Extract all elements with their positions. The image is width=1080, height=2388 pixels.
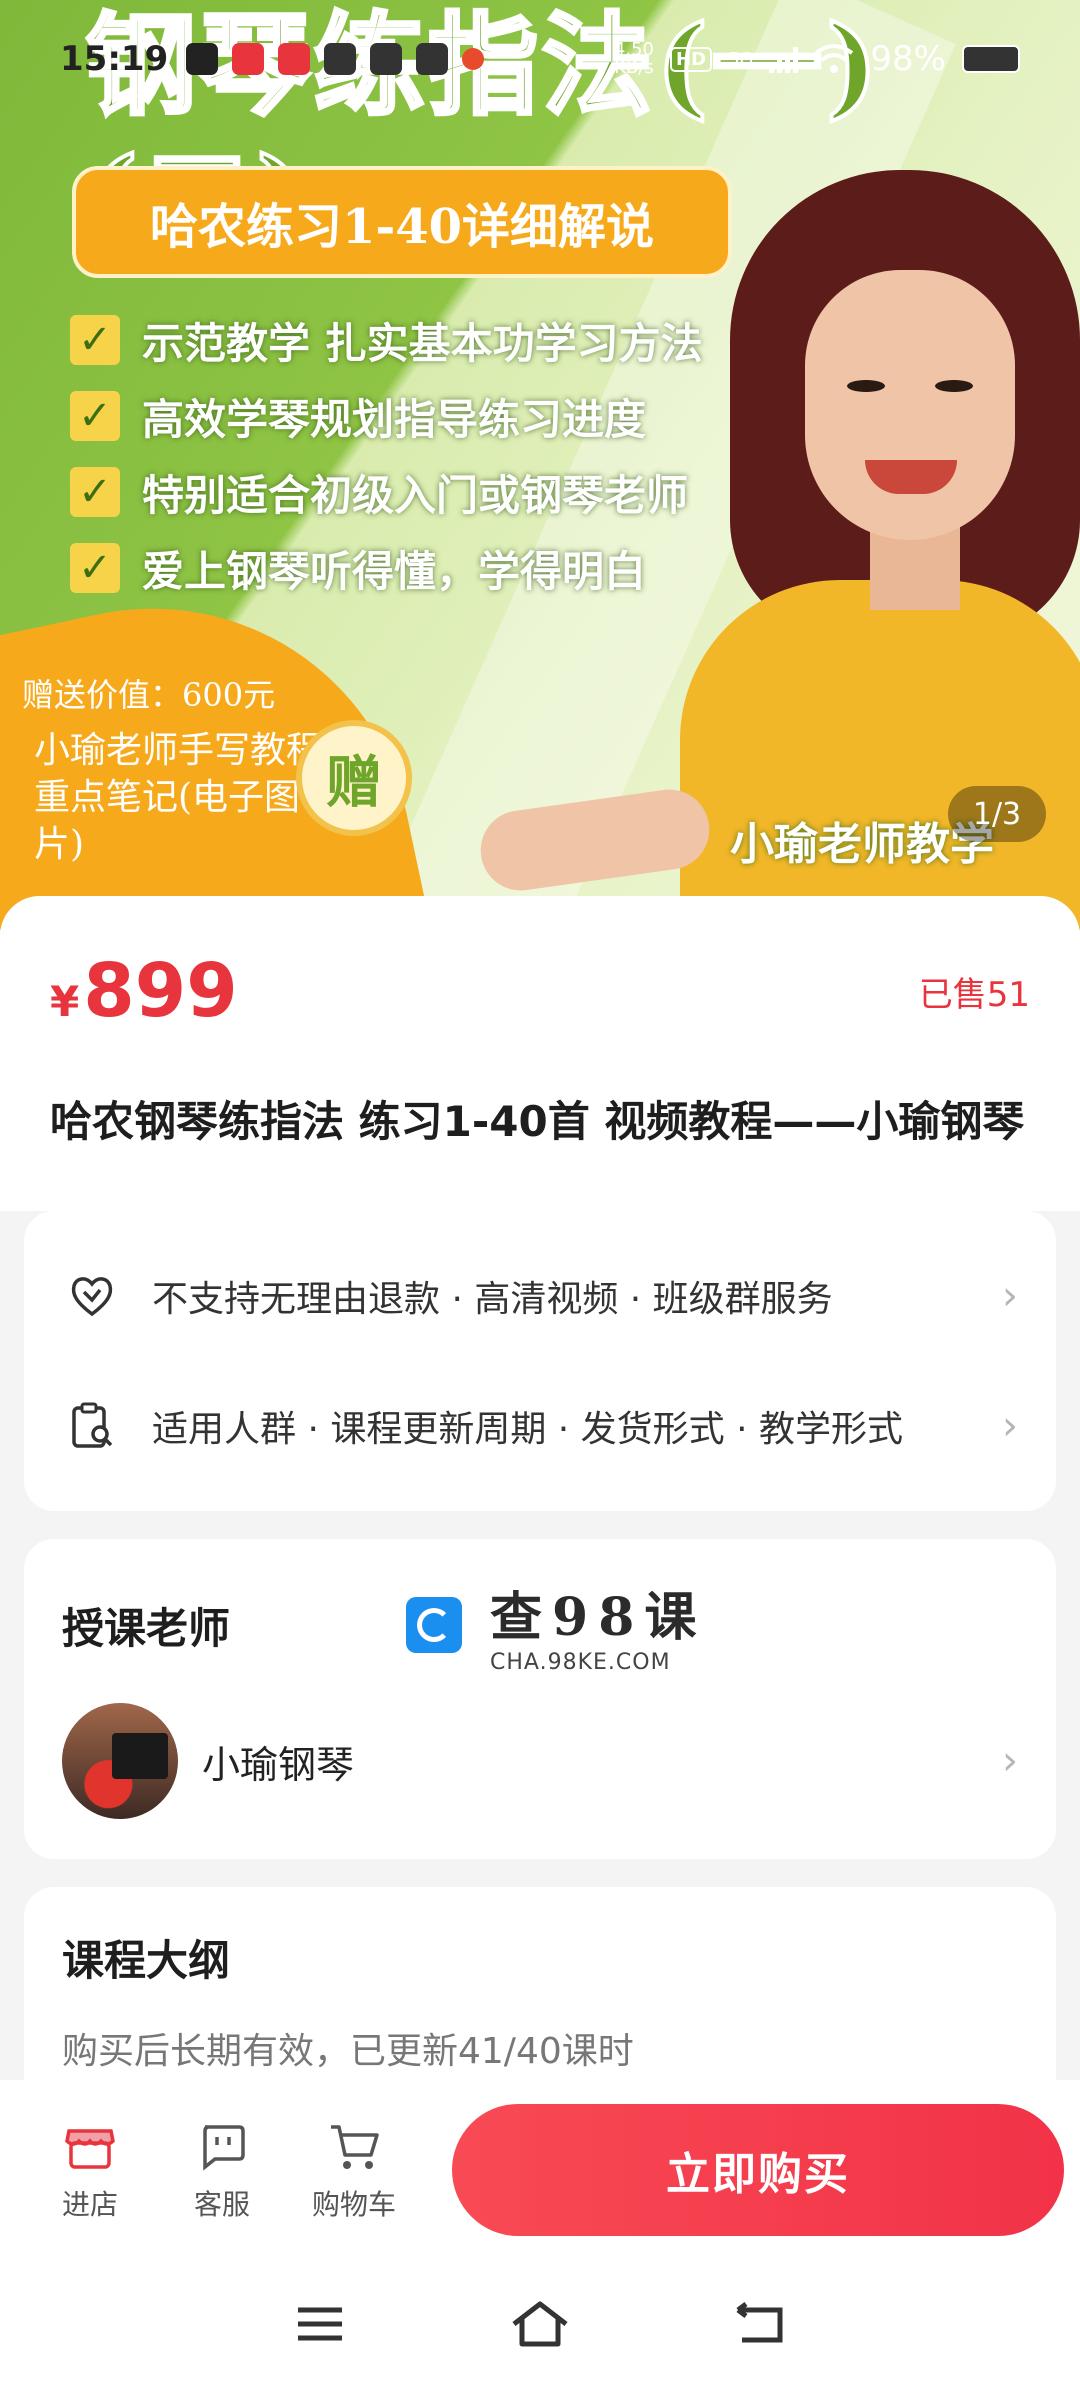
banner-feature-text: 特别适合初级入门或钢琴老师 — [142, 470, 689, 520]
cart-button[interactable]: 购物车 — [288, 2117, 420, 2223]
chevron-right-icon: › — [1002, 1273, 1018, 1320]
back-icon — [736, 2302, 783, 2343]
status-right: 4.50 KB/s HD 5G 98% — [614, 39, 1020, 79]
bottom-action-bar: 进店 客服 购物车 立即购买 — [0, 2080, 1080, 2260]
customer-service-button[interactable]: 客服 — [156, 2117, 288, 2223]
store-button[interactable]: 进店 — [24, 2117, 156, 2223]
currency-symbol: ¥ — [50, 977, 80, 1026]
chevron-right-icon: › — [1002, 1738, 1018, 1785]
checkmark-icon: ✓ — [70, 543, 120, 593]
gift-badge: 赠 — [296, 720, 412, 836]
banner-feature: ✓ 特别适合初级入门或钢琴老师 — [70, 454, 703, 530]
checkmark-icon: ✓ — [70, 315, 120, 365]
watermark-url: CHA.98KE.COM — [490, 1650, 671, 1676]
course-title: 哈农钢琴练指法 练习1-40首 视频教程——小瑜钢琴 — [50, 1097, 1025, 1146]
watermark-text: 查98课 CHA.98KE.COM — [490, 1575, 706, 1675]
price-value: 899 — [83, 948, 238, 1034]
menu-icon — [298, 2307, 342, 2341]
banner-feature-text: 高效学琴规划指导练习进度 — [142, 394, 647, 444]
cart-label: 购物车 — [311, 2188, 396, 2221]
customer-service-label: 客服 — [193, 2188, 250, 2221]
price-row: ¥ 899 已售51 — [50, 948, 1030, 1034]
app-notification-icon — [324, 43, 357, 75]
service-guarantee-text: 不支持无理由退款 · 高清视频 · 班级群服务 — [152, 1279, 833, 1321]
price-card: ¥ 899 已售51 哈农钢琴练指法 练习1-40首 视频教程——小瑜钢琴 — [0, 896, 1080, 1212]
product-price: ¥ 899 — [50, 948, 238, 1034]
network-speed-unit: KB/s — [614, 57, 654, 78]
teacher-name: 小瑜钢琴 — [202, 1742, 355, 1787]
hd-icon: HD — [670, 46, 713, 72]
app-notification-icon — [186, 43, 219, 75]
banner-feature-text: 爱上钢琴听得懂，学得明白 — [142, 546, 647, 596]
back-button[interactable] — [730, 2294, 790, 2354]
teacher-card: 授课老师 查98课 CHA.98KE.COM 小瑜钢琴 › — [24, 1539, 1056, 1860]
banner-feature: ✓ 爱上钢琴听得懂，学得明白 — [70, 530, 703, 606]
teacher-heading: 授课老师 — [62, 1603, 231, 1653]
gift-description: 小瑜老师手写教程重点笔记(电子图片) — [34, 730, 323, 865]
status-time: 15:19 — [60, 39, 169, 79]
outline-heading: 课程大纲 — [62, 1936, 231, 1986]
cart-icon — [331, 2125, 379, 2169]
watermark-brand: 查98课 — [490, 1587, 707, 1649]
heart-shield-icon — [71, 1277, 113, 1317]
checkmark-icon: ✓ — [70, 467, 120, 517]
app-notification-icon — [278, 43, 311, 75]
home-button[interactable] — [510, 2294, 570, 2354]
outline-description: 购买后长期有效，已更新41/40课时 — [62, 2031, 634, 2073]
checkmark-icon: ✓ — [70, 391, 120, 441]
store-icon — [65, 2129, 115, 2169]
watermark-logo-icon — [406, 1597, 463, 1654]
product-detail-sheet: ¥ 899 已售51 哈农钢琴练指法 练习1-40首 视频教程——小瑜钢琴 不支… — [0, 896, 1080, 2148]
banner-feature-text: 示范教学 扎实基本功学习方法 — [142, 318, 703, 368]
status-bar: 15:19 4.50 KB/s HD 5G 98% — [0, 0, 1080, 118]
teacher-avatar — [62, 1703, 178, 1820]
chevron-right-icon: › — [1002, 1403, 1018, 1450]
clipboard-search-icon — [72, 1402, 113, 1448]
chat-icon — [203, 2125, 245, 2171]
battery-percent: 98% — [870, 39, 946, 79]
banner-feature-list: ✓ 示范教学 扎实基本功学习方法 ✓ 高效学琴规划指导练习进度 ✓ 特别适合初级… — [70, 302, 703, 606]
carousel-page-indicator: 1/3 — [948, 786, 1046, 842]
network-type: 5G — [728, 48, 754, 70]
banner-subtitle-box: 哈农练习1-40详细解说 — [72, 166, 732, 278]
product-image-carousel[interactable]: 钢琴练指法(一)(二) 哈农练习1-40详细解说 ✓ 示范教学 扎实基本功学习方… — [0, 0, 1080, 930]
service-card: 不支持无理由退款 · 高清视频 · 班级群服务 › 适用人群 · 课程更新周期 … — [24, 1211, 1056, 1512]
teacher-profile-row[interactable]: 小瑜钢琴 › — [62, 1703, 1018, 1820]
banner-feature: ✓ 高效学琴规划指导练习进度 — [70, 378, 703, 454]
banner-subtitle: 哈农练习1-40详细解说 — [149, 199, 655, 255]
gift-value: 赠送价值：600元 — [22, 676, 276, 714]
buy-now-button[interactable]: 立即购买 — [452, 2104, 1064, 2236]
network-speed: 4.50 KB/s — [614, 41, 654, 77]
system-navigation-bar — [0, 2260, 1080, 2388]
battery-icon — [962, 45, 1020, 73]
menu-button[interactable] — [290, 2294, 350, 2354]
home-icon — [512, 2301, 568, 2347]
service-info-text: 适用人群 · 课程更新周期 · 发货形式 · 教学形式 — [152, 1409, 903, 1451]
signal-icon — [769, 45, 799, 73]
app-notification-icon — [232, 43, 265, 75]
service-guarantee-row[interactable]: 不支持无理由退款 · 高清视频 · 班级群服务 › — [24, 1231, 1056, 1361]
watermark: 查98课 CHA.98KE.COM — [406, 1575, 706, 1675]
banner-feature: ✓ 示范教学 扎实基本功学习方法 — [70, 302, 703, 378]
app-notification-icon — [462, 48, 485, 70]
teacher-card-header: 授课老师 查98课 CHA.98KE.COM — [62, 1575, 1018, 1675]
wechat-icon — [370, 43, 403, 75]
sold-count: 已售51 — [918, 974, 1030, 1015]
store-label: 进店 — [61, 2188, 118, 2221]
taobao-icon — [416, 43, 449, 75]
banner-gift-block: 赠送价值：600元 小瑜老师手写教程重点笔记(电子图片) — [22, 670, 324, 868]
service-info-row[interactable]: 适用人群 · 课程更新周期 · 发货形式 · 教学形式 › — [24, 1361, 1056, 1491]
wifi-icon — [815, 44, 854, 73]
